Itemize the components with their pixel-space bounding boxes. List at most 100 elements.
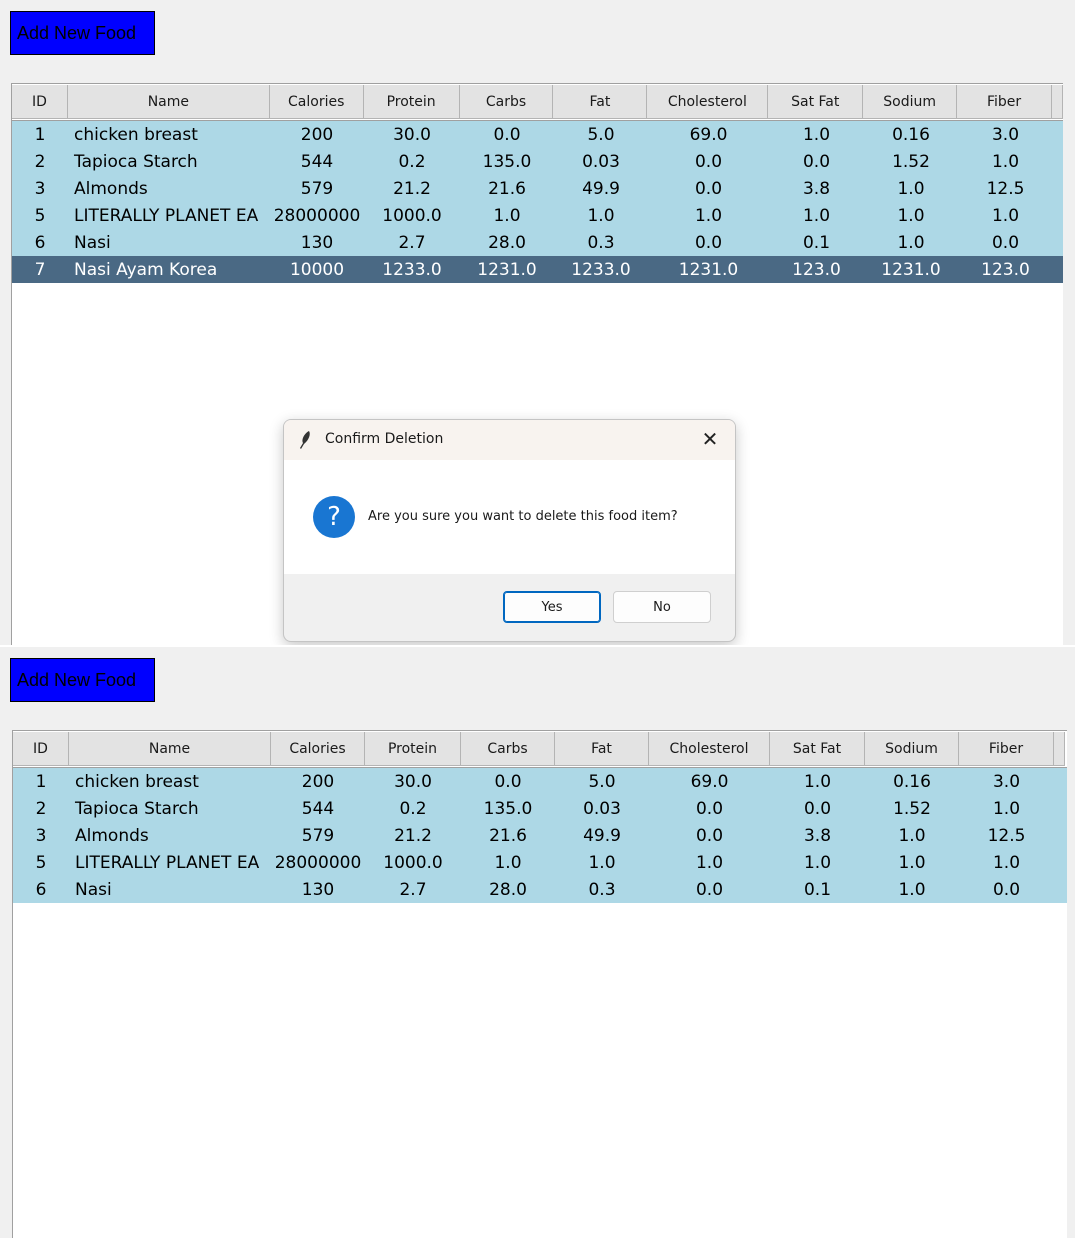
table-row[interactable]: 1 chicken breast 200 30.0 0.0 5.0 69.0 1.0 0.16 3… bbox=[13, 768, 1067, 795]
column-header-protein[interactable]: Protein bbox=[363, 85, 460, 119]
cell-sodium: 0.16 bbox=[893, 771, 931, 792]
cell-sodium: 1.0 bbox=[897, 232, 925, 253]
column-header-fat[interactable]: Fat bbox=[553, 85, 648, 119]
cell-sat-fat: 123.0 bbox=[792, 259, 841, 280]
cell-name: Tapioca Starch bbox=[74, 151, 198, 172]
yes-button[interactable]: Yes bbox=[503, 591, 601, 623]
cell-sat-fat: 1.0 bbox=[803, 852, 832, 873]
cell-cholesterol: 0.0 bbox=[695, 798, 724, 819]
column-header-calories[interactable]: Calories bbox=[269, 85, 364, 119]
column-header-name[interactable]: Name bbox=[69, 732, 271, 766]
cell-fat: 1233.0 bbox=[571, 259, 631, 280]
cell-sodium: 1.0 bbox=[898, 825, 926, 846]
cell-carbs: 0.0 bbox=[494, 771, 522, 792]
cell-fiber: 1.0 bbox=[992, 852, 1021, 873]
cell-cholesterol: 0.0 bbox=[694, 178, 723, 199]
column-header-sodium[interactable]: Sodium bbox=[863, 85, 958, 119]
cell-carbs: 1231.0 bbox=[477, 259, 537, 280]
cell-calories: 544 bbox=[301, 798, 335, 819]
column-header-carbs[interactable]: Carbs bbox=[461, 732, 555, 766]
cell-name: Almonds bbox=[74, 178, 148, 199]
cell-cholesterol: 0.0 bbox=[695, 825, 724, 846]
no-button[interactable]: No bbox=[613, 591, 711, 623]
table-row[interactable]: 6 Nasi 130 2.7 28.0 0.3 0.0 0.1 1.0 0.0 bbox=[13, 876, 1067, 903]
table-row[interactable]: 2 Tapioca Starch 544 0.2 135.0 0.03 0.0 0.0 1.52… bbox=[13, 795, 1067, 822]
table-row[interactable]: 1 chicken breast 200 30.0 0.0 5.0 69.0 1.0 0.16 3… bbox=[12, 121, 1063, 148]
table-row[interactable]: 5 LITERALLY PLANET EA 28000000 1000.0 1.0 1.0… bbox=[12, 202, 1063, 229]
cell-cholesterol: 1.0 bbox=[694, 205, 723, 226]
cell-id: 2 bbox=[34, 151, 46, 172]
column-header-sat-fat[interactable]: Sat Fat bbox=[768, 85, 864, 119]
column-header-name[interactable]: Name bbox=[67, 85, 270, 119]
cell-fat: 1.0 bbox=[588, 852, 616, 873]
cell-protein: 2.7 bbox=[398, 232, 426, 253]
cell-name: Tapioca Starch bbox=[75, 798, 199, 819]
cell-name: LITERALLY PLANET EA bbox=[74, 205, 259, 226]
cell-name: LITERALLY PLANET EA bbox=[75, 852, 260, 873]
column-header-carbs[interactable]: Carbs bbox=[459, 85, 554, 119]
column-header-calories[interactable]: Calories bbox=[271, 732, 365, 766]
cell-name: Nasi Ayam Korea bbox=[74, 259, 218, 280]
cell-protein: 30.0 bbox=[394, 771, 432, 792]
table-row[interactable]: 7 Nasi Ayam Korea 10000 1233.0 1231.0 1233.0 1… bbox=[12, 256, 1063, 283]
table-body: 1 chicken breast 200 30.0 0.0 5.0 69.0 1.0 0.16 3… bbox=[13, 768, 1067, 903]
cell-name: Nasi bbox=[75, 879, 112, 900]
column-header-protein[interactable]: Protein bbox=[365, 732, 461, 766]
table-row[interactable]: 3 Almonds 579 21.2 21.6 49.9 0.0 3.8 1.0 12.5 bbox=[13, 822, 1067, 849]
column-header-id[interactable]: ID bbox=[13, 732, 69, 766]
add-new-food-button[interactable]: Add New Food bbox=[10, 11, 155, 55]
cell-cholesterol: 0.0 bbox=[695, 879, 724, 900]
cell-id: 1 bbox=[35, 771, 47, 792]
cell-carbs: 28.0 bbox=[488, 232, 526, 253]
cell-calories: 200 bbox=[300, 124, 334, 145]
cell-protein: 21.2 bbox=[393, 178, 431, 199]
cell-fiber: 123.0 bbox=[981, 259, 1030, 280]
table-row[interactable]: 2 Tapioca Starch 544 0.2 135.0 0.03 0.0 0.0 1.52… bbox=[12, 148, 1063, 175]
dialog-body: ? Are you sure you want to delete this f… bbox=[284, 460, 735, 574]
cell-id: 3 bbox=[35, 825, 47, 846]
cell-sat-fat: 3.8 bbox=[803, 825, 832, 846]
column-header-fiber[interactable]: Fiber bbox=[959, 732, 1054, 766]
column-header-filler bbox=[1052, 85, 1063, 119]
cell-carbs: 1.0 bbox=[493, 205, 521, 226]
cell-id: 6 bbox=[34, 232, 46, 253]
column-header-id[interactable]: ID bbox=[12, 85, 68, 119]
cell-carbs: 21.6 bbox=[488, 178, 526, 199]
column-header-fat[interactable]: Fat bbox=[555, 732, 649, 766]
add-new-food-button[interactable]: Add New Food bbox=[10, 658, 155, 702]
cell-fiber: 12.5 bbox=[986, 178, 1025, 199]
dialog-title: Confirm Deletion bbox=[325, 431, 444, 447]
close-icon[interactable]: ✕ bbox=[699, 427, 721, 451]
feather-icon bbox=[300, 431, 310, 449]
cell-fat: 0.3 bbox=[588, 879, 616, 900]
table-row[interactable]: 6 Nasi 130 2.7 28.0 0.3 0.0 0.1 1.0 0.0 bbox=[12, 229, 1063, 256]
table-row[interactable]: 3 Almonds 579 21.2 21.6 49.9 0.0 3.8 1.0 12.5 bbox=[12, 175, 1063, 202]
cell-sat-fat: 0.1 bbox=[802, 232, 831, 253]
column-header-cholesterol[interactable]: Cholesterol bbox=[649, 732, 770, 766]
cell-sat-fat: 0.0 bbox=[803, 798, 832, 819]
cell-cholesterol: 1.0 bbox=[695, 852, 724, 873]
cell-protein: 0.2 bbox=[398, 151, 426, 172]
cell-carbs: 135.0 bbox=[482, 151, 532, 172]
cell-fiber: 3.0 bbox=[991, 124, 1020, 145]
cell-protein: 1233.0 bbox=[382, 259, 442, 280]
cell-cholesterol: 0.0 bbox=[694, 151, 723, 172]
cell-sat-fat: 3.8 bbox=[802, 178, 831, 199]
food-table[interactable]: ID Name Calories Protein Carbs Fat Cholesterol… bbox=[12, 730, 1067, 1238]
column-header-fiber[interactable]: Fiber bbox=[957, 85, 1052, 119]
cell-name: Almonds bbox=[75, 825, 149, 846]
cell-name: chicken breast bbox=[75, 771, 199, 792]
cell-calories: 200 bbox=[301, 771, 335, 792]
cell-calories: 130 bbox=[300, 232, 334, 253]
cell-carbs: 1.0 bbox=[494, 852, 522, 873]
cell-carbs: 0.0 bbox=[493, 124, 521, 145]
column-header-cholesterol[interactable]: Cholesterol bbox=[647, 85, 769, 119]
table-body: 1 chicken breast 200 30.0 0.0 5.0 69.0 1.0 0.16 3… bbox=[12, 121, 1063, 283]
window-before-delete: Add New Food ID Name Calories Protein Carbs F… bbox=[0, 0, 1075, 645]
cell-sodium: 1231.0 bbox=[881, 259, 941, 280]
column-header-sat-fat[interactable]: Sat Fat bbox=[770, 732, 865, 766]
cell-calories: 579 bbox=[301, 825, 335, 846]
column-header-sodium[interactable]: Sodium bbox=[865, 732, 959, 766]
table-row[interactable]: 5 LITERALLY PLANET EA 28000000 1000.0 1.0 1.0… bbox=[13, 849, 1067, 876]
cell-name: Nasi bbox=[74, 232, 111, 253]
